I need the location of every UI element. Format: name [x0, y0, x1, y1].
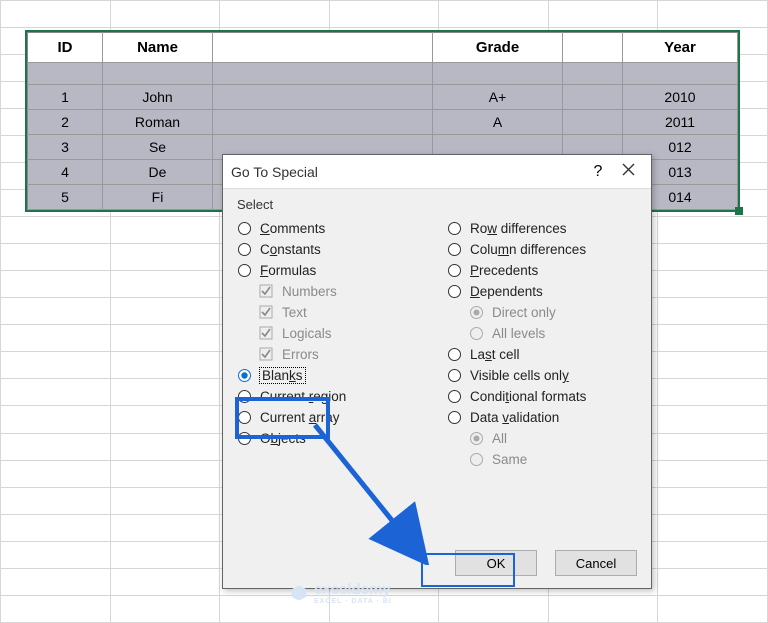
radio-icon: [469, 305, 484, 320]
option-objects[interactable]: Objects: [237, 428, 427, 449]
option-dependents[interactable]: Dependents: [447, 281, 637, 302]
cancel-button[interactable]: Cancel: [555, 550, 637, 576]
ok-button[interactable]: OK: [455, 550, 537, 576]
option-text: Text: [237, 302, 427, 323]
header-blank1: [213, 33, 433, 63]
close-icon: [622, 163, 635, 176]
radio-icon: [447, 410, 462, 425]
radio-icon: [237, 431, 252, 446]
radio-icon: [237, 389, 252, 404]
radio-icon: [237, 263, 252, 278]
watermark: exceldemy EXCEL · DATA · BI: [290, 581, 392, 605]
checkbox-icon: [259, 347, 274, 362]
option-all: All: [447, 428, 637, 449]
radio-icon: [447, 284, 462, 299]
select-label: Select: [237, 197, 637, 212]
table-row: 2 Roman A 2011: [28, 110, 738, 135]
header-grade: Grade: [433, 33, 563, 63]
table-row: [28, 63, 738, 85]
option-all-levels: All levels: [447, 323, 637, 344]
option-formulas[interactable]: Formulas: [237, 260, 427, 281]
radio-icon: [447, 263, 462, 278]
dialog-titlebar[interactable]: Go To Special ?: [223, 155, 651, 189]
radio-icon: [447, 221, 462, 236]
table-row: 1 John A+ 2010: [28, 85, 738, 110]
option-blanks[interactable]: Blanks: [237, 365, 427, 386]
radio-icon: [237, 410, 252, 425]
radio-selected-icon: [237, 368, 252, 383]
header-row: ID Name Grade Year: [28, 33, 738, 63]
radio-icon: [447, 242, 462, 257]
option-current-array[interactable]: Current array: [237, 407, 427, 428]
radio-icon: [469, 431, 484, 446]
dialog-title: Go To Special: [231, 164, 583, 180]
option-precedents[interactable]: Precedents: [447, 260, 637, 281]
logo-icon: [290, 584, 308, 602]
go-to-special-dialog: Go To Special ? Select Comments Constant…: [222, 154, 652, 589]
option-comments[interactable]: Comments: [237, 218, 427, 239]
help-button[interactable]: ?: [583, 163, 613, 181]
radio-icon: [447, 347, 462, 362]
radio-icon: [469, 326, 484, 341]
option-current-region[interactable]: Current region: [237, 386, 427, 407]
header-year: Year: [623, 33, 738, 63]
option-numbers: Numbers: [237, 281, 427, 302]
option-conditional-formats[interactable]: Conditional formats: [447, 386, 637, 407]
header-blank2: [563, 33, 623, 63]
radio-icon: [447, 368, 462, 383]
option-data-validation[interactable]: Data validation: [447, 407, 637, 428]
option-column-differences[interactable]: Column differences: [447, 239, 637, 260]
option-visible-cells-only[interactable]: Visible cells only: [447, 365, 637, 386]
radio-icon: [237, 242, 252, 257]
option-direct-only: Direct only: [447, 302, 637, 323]
checkbox-icon: [259, 284, 274, 299]
option-row-differences[interactable]: Row differences: [447, 218, 637, 239]
radio-icon: [237, 221, 252, 236]
option-constants[interactable]: Constants: [237, 239, 427, 260]
option-errors: Errors: [237, 344, 427, 365]
close-button[interactable]: [613, 163, 643, 181]
selection-handle[interactable]: [735, 207, 743, 215]
option-same: Same: [447, 449, 637, 470]
radio-icon: [469, 452, 484, 467]
option-last-cell[interactable]: Last cell: [447, 344, 637, 365]
radio-icon: [447, 389, 462, 404]
header-name: Name: [103, 33, 213, 63]
header-id: ID: [28, 33, 103, 63]
checkbox-icon: [259, 305, 274, 320]
option-logicals: Logicals: [237, 323, 427, 344]
checkbox-icon: [259, 326, 274, 341]
